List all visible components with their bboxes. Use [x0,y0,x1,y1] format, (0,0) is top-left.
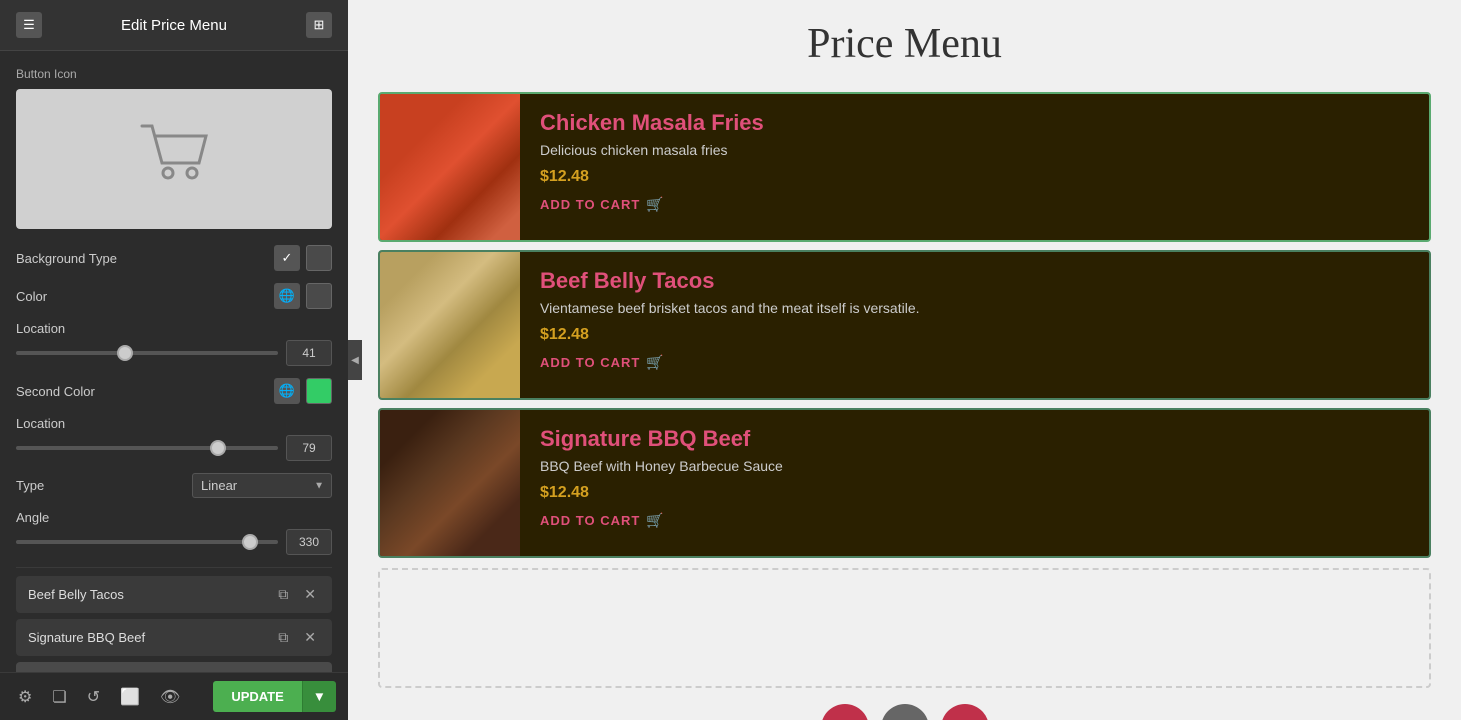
angle-value: 330 [286,529,332,555]
device-icon-button[interactable]: ⬜ [114,683,146,711]
angle-label: Angle [16,510,332,525]
angle-slider[interactable] [16,540,278,544]
panel-footer: ⚙ ❏ ↺ ⬜ 👁 UPDATE ▼ [0,672,348,720]
fab-container: + ■ EK [378,688,1431,720]
update-button[interactable]: UPDATE [213,681,301,712]
color-row: Color 🌐 [16,283,332,309]
check-button[interactable]: ✓ [274,245,300,271]
button-icon-label: Button Icon [16,67,332,81]
remove-item-0-button[interactable]: ✕ [300,584,320,605]
update-btn-group: UPDATE ▼ [213,681,336,712]
layers-icon-button[interactable]: ❏ [46,683,72,711]
menu-item-desc-1: Vientamese beef brisket tacos and the me… [540,300,1409,316]
second-location-label: Location [16,416,332,431]
second-location-slider-container: 79 [16,435,332,461]
settings-icon-button[interactable]: ⚙ [12,683,38,711]
menu-item-desc-2: BBQ Beef with Honey Barbecue Sauce [540,458,1409,474]
type-select-wrapper: Linear Radial [192,473,332,498]
menu-item-name-1: Beef Belly Tacos [540,268,1409,294]
fab-edit-button[interactable]: EK [941,704,989,720]
menu-item-card-2: Signature BBQ Beef BBQ Beef with Honey B… [378,408,1431,558]
angle-row: Angle 330 [16,510,332,555]
color-label: Color [16,289,47,304]
second-location-value: 79 [286,435,332,461]
panel-header: ☰ Edit Price Menu ⊞ [0,0,348,51]
page-title: Price Menu [378,20,1431,68]
add-item-button[interactable]: + ADD ITEM [16,662,332,672]
list-item: Signature BBQ Beef ⧉ ✕ [16,619,332,656]
fab-add-button[interactable]: + [821,704,869,720]
main-content: Price Menu Chicken Masala Fries Deliciou… [348,0,1461,720]
copy-item-1-button[interactable]: ⧉ [274,627,292,648]
type-label: Type [16,478,44,493]
add-to-cart-1-button[interactable]: ADD TO CART [540,354,665,371]
menu-item-name-2: Signature BBQ Beef [540,426,1409,452]
menu-icon: ☰ [23,17,35,33]
type-select[interactable]: Linear Radial [192,473,332,498]
location-label: Location [16,321,332,336]
fab-stop-button[interactable]: ■ [881,704,929,720]
globe-button[interactable]: 🌐 [274,283,300,309]
button-icon-preview [16,89,332,229]
item-name-0: Beef Belly Tacos [28,587,266,602]
angle-slider-container: 330 [16,529,332,555]
menu-item-price-0: $12.48 [540,168,1409,186]
list-item: Beef Belly Tacos ⧉ ✕ [16,576,332,613]
background-type-row: Background Type ✓ [16,245,332,271]
menu-item-details-2: Signature BBQ Beef BBQ Beef with Honey B… [520,410,1429,556]
main-area: Price Menu Chicken Masala Fries Deliciou… [348,0,1461,720]
items-list: Beef Belly Tacos ⧉ ✕ Signature BBQ Beef … [16,576,332,656]
copy-item-0-button[interactable]: ⧉ [274,584,292,605]
menu-item-desc-0: Delicious chicken masala fries [540,142,1409,158]
menu-item-card-1: Beef Belly Tacos Vientamese beef brisket… [378,250,1431,400]
menu-item-name-0: Chicken Masala Fries [540,110,1409,136]
menu-item-details-0: Chicken Masala Fries Delicious chicken m… [520,94,1429,240]
location-slider[interactable] [16,351,278,355]
menu-item-price-1: $12.48 [540,326,1409,344]
empty-drop-zone [378,568,1431,688]
menu-item-img-0 [380,94,520,240]
background-type-label: Background Type [16,251,117,266]
remove-item-1-button[interactable]: ✕ [300,627,320,648]
panel-title: Edit Price Menu [121,17,227,34]
menu-item-price-2: $12.48 [540,484,1409,502]
second-location-slider[interactable] [16,446,278,450]
second-globe-button[interactable]: 🌐 [274,378,300,404]
second-color-controls: 🌐 [274,378,332,404]
grid-icon-button[interactable]: ⊞ [306,12,332,38]
type-row: Type Linear Radial [16,473,332,498]
grid-icon: ⊞ [314,17,325,33]
location-slider-container: 41 [16,340,332,366]
location-row: Location 41 [16,321,332,366]
bg-type-swatch[interactable] [306,245,332,271]
location-value: 41 [286,340,332,366]
panel-content: Button Icon Background Type ✓ [0,51,348,672]
color-controls: 🌐 [274,283,332,309]
left-panel: ☰ Edit Price Menu ⊞ Button Icon [0,0,348,720]
second-color-row: Second Color 🌐 [16,378,332,404]
menu-item-img-1 [380,252,520,398]
item-name-1: Signature BBQ Beef [28,630,266,645]
history-icon-button[interactable]: ↺ [81,683,106,711]
menu-icon-button[interactable]: ☰ [16,12,42,38]
second-location-row: Location 79 [16,416,332,461]
menu-item-details-1: Beef Belly Tacos Vientamese beef brisket… [520,252,1429,398]
add-to-cart-0-button[interactable]: ADD TO CART [540,196,665,213]
add-to-cart-2-button[interactable]: ADD TO CART [540,512,665,529]
second-color-swatch[interactable] [306,378,332,404]
panel-collapse-button[interactable]: ◀ [348,340,362,380]
color-swatch[interactable] [306,283,332,309]
eye-icon-button[interactable]: 👁 [154,683,186,711]
update-dropdown-button[interactable]: ▼ [302,681,336,712]
background-type-controls: ✓ [274,245,332,271]
cart-icon-preview [134,118,214,201]
menu-item-card-0: Chicken Masala Fries Delicious chicken m… [378,92,1431,242]
menu-item-img-2 [380,410,520,556]
second-color-label: Second Color [16,384,95,399]
